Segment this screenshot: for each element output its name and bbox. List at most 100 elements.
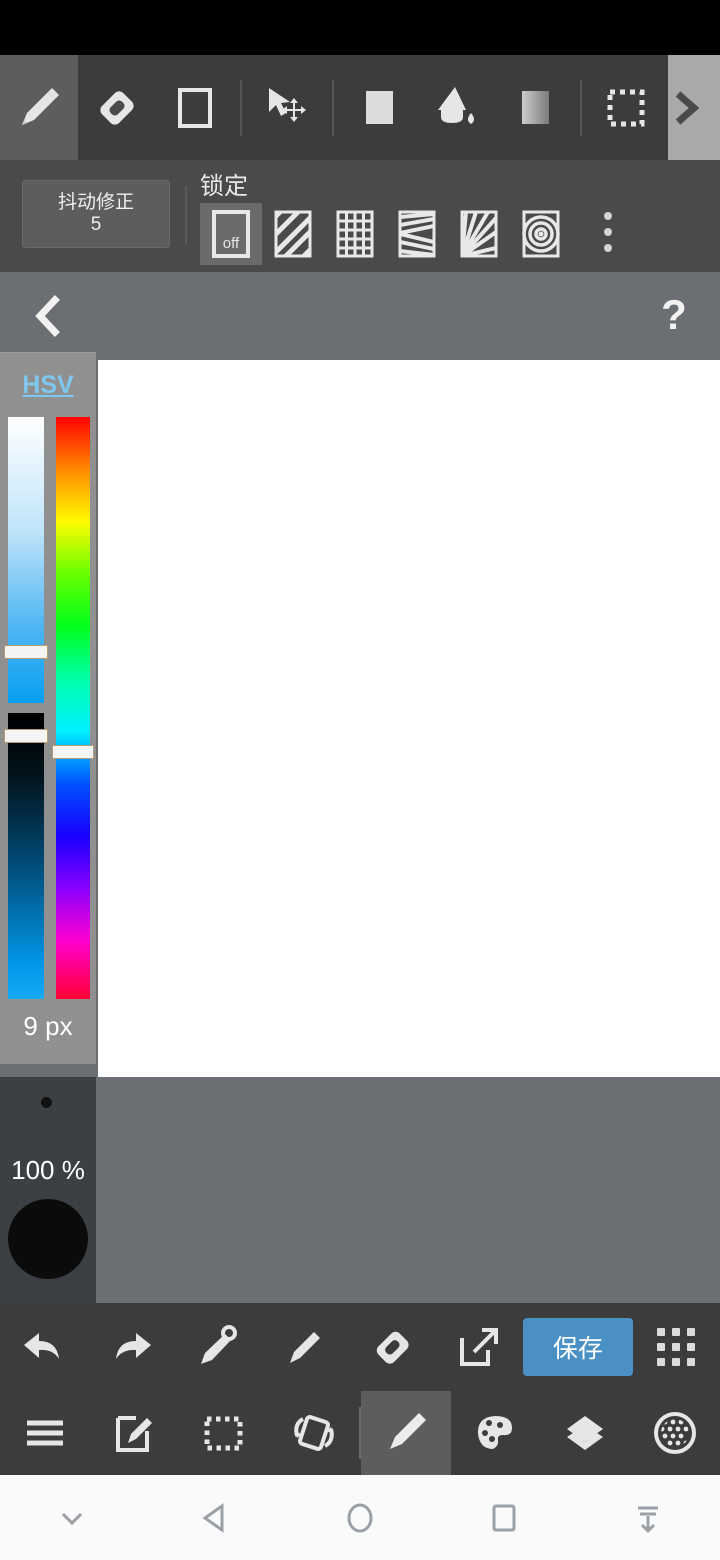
brush-size-label: 9 px: [23, 1011, 73, 1041]
fill-solid-tool[interactable]: [340, 55, 418, 160]
nav-back[interactable]: [144, 1475, 288, 1560]
saturation-slider-handle[interactable]: [4, 645, 48, 659]
layers-icon: [567, 1416, 604, 1450]
circle-home-icon: [347, 1503, 373, 1532]
brush-mode-button[interactable]: [361, 1391, 451, 1475]
rotate-canvas-icon: [294, 1415, 335, 1451]
radial-fan-icon: [460, 210, 498, 258]
app-root: 抖动修正 5 锁定 off ? HSV 9 px 100 % 保存: [0, 0, 720, 1560]
svg-text:off: off: [223, 235, 240, 252]
symmetry-radial-fan[interactable]: [448, 203, 510, 265]
paint-bucket-icon: [438, 86, 474, 124]
back-button[interactable]: [24, 290, 72, 342]
value-slider-handle[interactable]: [4, 729, 48, 743]
gradient-icon: [522, 90, 549, 124]
diagonal-lines-icon: [274, 210, 312, 258]
selection-button[interactable]: [180, 1391, 270, 1475]
more-vertical-icon: [604, 212, 612, 220]
textured-circle-icon: [654, 1412, 697, 1454]
jitter-value: 5: [90, 214, 102, 235]
value-slider[interactable]: [8, 713, 44, 999]
triangle-back-icon: [202, 1502, 224, 1533]
color-picker-panel: HSV 9 px: [0, 352, 96, 1064]
pencil-icon: [389, 1413, 426, 1449]
nav-home[interactable]: [288, 1475, 432, 1560]
filters-button[interactable]: [630, 1391, 720, 1475]
tool-options-overflow[interactable]: [604, 212, 612, 252]
jitter-correction-button[interactable]: 抖动修正 5: [22, 180, 170, 248]
undo-button[interactable]: [0, 1303, 87, 1391]
status-bar: [0, 0, 720, 55]
selection-tool[interactable]: [588, 55, 666, 160]
redo-button[interactable]: [87, 1303, 174, 1391]
saturation-slider[interactable]: [8, 417, 44, 703]
eraser-button[interactable]: [349, 1303, 436, 1391]
tool-divider-1: [240, 79, 242, 136]
eraser-icon: [100, 90, 134, 125]
save-button-cell: 保存: [522, 1303, 633, 1391]
opacity-label: 100 %: [11, 1155, 85, 1185]
filled-square-icon: [366, 90, 393, 124]
palette-button[interactable]: [451, 1391, 541, 1475]
more-vertical-icon: [604, 228, 612, 236]
symmetry-concentric[interactable]: [510, 203, 572, 265]
nav-hide-keyboard[interactable]: [576, 1475, 720, 1560]
redo-arrow-icon: [115, 1333, 151, 1359]
pencil-tool[interactable]: [0, 55, 78, 160]
pencil-icon: [22, 87, 59, 125]
hamburger-icon: [26, 1420, 63, 1446]
symmetry-strip: off: [200, 203, 572, 265]
help-button[interactable]: ?: [650, 286, 698, 344]
chevron-left-icon: [35, 295, 60, 337]
slider-group: [0, 353, 96, 1065]
options-divider: [185, 186, 187, 244]
brush-size-preview: [41, 1097, 52, 1108]
undo-arrow-icon: [23, 1333, 59, 1359]
square-outline-icon: [178, 87, 212, 128]
hide-keyboard-icon: [638, 1506, 658, 1533]
menu-button[interactable]: [0, 1391, 90, 1475]
tool-divider-2: [332, 79, 334, 136]
apps-grid-button[interactable]: [633, 1303, 720, 1391]
edit-document-icon: [115, 1416, 152, 1452]
symmetry-diagonal[interactable]: [262, 203, 324, 265]
symmetry-grid[interactable]: [324, 203, 386, 265]
layers-button[interactable]: [541, 1391, 631, 1475]
square-recents-icon: [492, 1504, 516, 1531]
external-link-icon: [460, 1328, 499, 1366]
grid-dots-icon: [657, 1328, 696, 1366]
lock-label: 锁定: [200, 173, 248, 200]
bucket-tool[interactable]: [418, 55, 496, 160]
action-bar: 保存: [0, 1303, 720, 1391]
save-button[interactable]: 保存: [522, 1318, 633, 1376]
current-color-swatch[interactable]: [8, 1199, 88, 1279]
nav-recents[interactable]: [432, 1475, 576, 1560]
rotate-button[interactable]: [269, 1391, 359, 1475]
canvas-edit-button[interactable]: [90, 1391, 180, 1475]
hue-slider[interactable]: [56, 417, 90, 999]
hue-slider-handle[interactable]: [52, 745, 94, 759]
eraser-icon: [376, 1331, 409, 1364]
export-button[interactable]: [436, 1303, 523, 1391]
eyedropper-button[interactable]: [174, 1303, 261, 1391]
tool-row-more[interactable]: [668, 55, 720, 160]
eraser-tool[interactable]: [78, 55, 156, 160]
chevron-down-icon: [61, 1512, 83, 1525]
marquee-dotted-icon: [204, 1416, 243, 1451]
jitter-label: 抖动修正: [57, 192, 134, 213]
pencil-icon: [289, 1332, 320, 1363]
brush-button[interactable]: [261, 1303, 348, 1391]
tool-divider-3: [580, 79, 582, 136]
android-nav-bar: [0, 1475, 720, 1560]
chevron-right-icon: [675, 90, 700, 125]
nav-collapse[interactable]: [0, 1475, 144, 1560]
move-cursor-icon: [269, 87, 306, 122]
shape-tool[interactable]: [156, 55, 234, 160]
off-box-icon: off: [212, 210, 250, 258]
gradient-tool[interactable]: [496, 55, 574, 160]
transform-tool[interactable]: [248, 55, 326, 160]
mode-bar: [0, 1391, 720, 1475]
drawing-canvas[interactable]: [98, 360, 720, 1077]
symmetry-horizontal[interactable]: [386, 203, 448, 265]
symmetry-off[interactable]: off: [200, 203, 262, 265]
